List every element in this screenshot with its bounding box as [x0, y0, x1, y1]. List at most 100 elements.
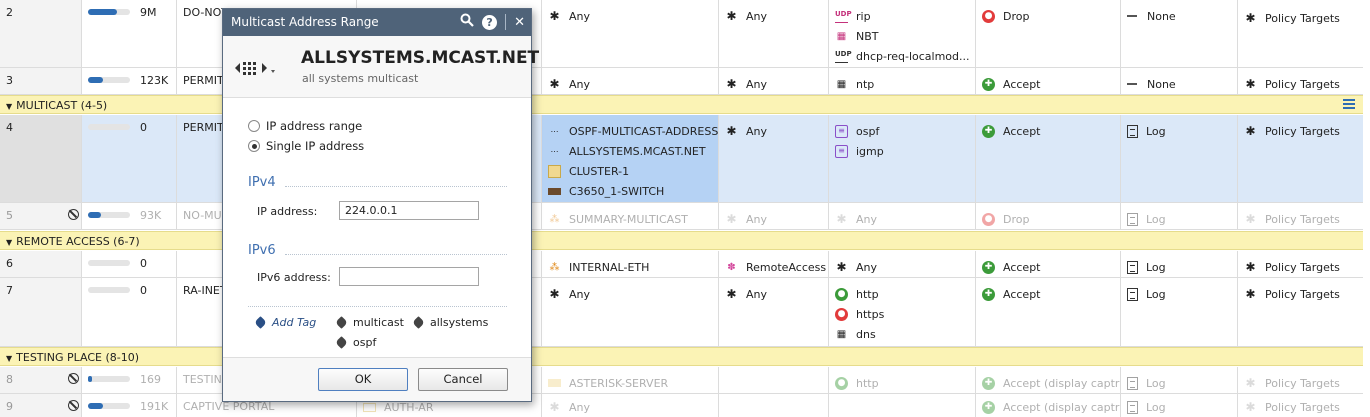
section-header-testing-place[interactable]: ▼ TESTING PLACE (8-10)	[0, 347, 1363, 366]
tag-multicast[interactable]: multicast	[335, 316, 404, 329]
hits-cell: 0	[82, 278, 177, 346]
accept-icon: ✚	[982, 400, 995, 414]
rule-row-2[interactable]: 2 9M DO-NOT ✱ Any ✱ Any UDP rip ▦ NBT UDP dhc…	[0, 0, 1363, 68]
services-cell[interactable]: ● http	[829, 367, 976, 393]
services-cell[interactable]: ≡ ospf ≡ igmp	[829, 115, 976, 202]
services-cell[interactable]: ● http ● https ▦ dns	[829, 278, 976, 346]
vpn-cell[interactable]: ✱ Any	[719, 115, 829, 202]
any-star-icon: ✱	[549, 8, 560, 23]
collapse-triangle-icon[interactable]: ▼	[6, 354, 12, 363]
destination-cell[interactable]: ✱ Any	[542, 0, 719, 67]
destination-cell[interactable]: ⁂ SUMMARY-MULTICAST	[542, 203, 719, 229]
rule-row-9[interactable]: 9 191K CAPTIVE PORTAL AUTH-AR ✱ Any ✚ Acce…	[0, 394, 1363, 417]
radio-button[interactable]	[248, 120, 260, 132]
add-tag-link[interactable]: Add Tag	[254, 316, 316, 329]
log-icon	[1127, 124, 1138, 138]
install-on-cell[interactable]: ✱ Policy Targets	[1238, 278, 1363, 346]
any-star-icon: ✱	[1245, 399, 1256, 414]
any-star-icon: ✱	[1245, 123, 1256, 138]
rule-row-7[interactable]: 7 0 RA-INET ✱ Any ✱ Any ● http ● https ▦ dns …	[0, 278, 1363, 347]
install-on-cell[interactable]: ✱ Policy Targets	[1238, 203, 1363, 229]
rule-row-6[interactable]: 6 0 ⁂ INTERNAL-ETH ✽ RemoteAccess ✱ Any ✚ Ac…	[0, 251, 1363, 278]
section-header-multicast[interactable]: ▼ MULTICAST (4-5)	[0, 95, 1363, 114]
ip-address-input[interactable]: 224.0.0.1	[339, 201, 479, 220]
object-header: ALLSYSTEMS.MCAST.NET all systems multica…	[223, 36, 539, 98]
vpn-cell[interactable]: ✱ Any	[719, 0, 829, 67]
network-group-icon: ⁂	[549, 261, 560, 273]
disabled-icon	[68, 400, 79, 411]
services-cell[interactable]: UDP rip ▦ NBT UDP dhcp-req-localmod...	[829, 0, 976, 67]
action-cell[interactable]: ✚ Accept	[976, 278, 1121, 346]
radio-ip-range[interactable]: IP address range	[248, 119, 362, 133]
tag-ospf[interactable]: ospf	[335, 336, 376, 349]
install-on-cell[interactable]: ✱ Policy Targets	[1238, 68, 1363, 94]
action-cell[interactable]: ✚ Accept	[976, 251, 1121, 277]
track-cell[interactable]: Log	[1121, 251, 1238, 277]
object-description[interactable]: all systems multicast	[302, 72, 418, 85]
install-on-cell[interactable]: ✱ Policy Targets	[1238, 115, 1363, 202]
vpn-cell[interactable]: ✱ Any	[719, 68, 829, 94]
ipv6-address-input[interactable]	[339, 267, 479, 286]
action-cell[interactable]: ● Drop	[976, 0, 1121, 67]
hits-cell: 0	[82, 115, 177, 202]
divider	[248, 306, 507, 307]
any-star-icon: ✱	[726, 211, 737, 226]
track-cell[interactable]: Log	[1121, 203, 1238, 229]
rule-row-8[interactable]: 8 169 TESTING ASTERISK-SERVER ● http ✚ Acc…	[0, 367, 1363, 394]
section-menu-icon[interactable]	[1343, 99, 1355, 111]
vpn-cell[interactable]	[719, 394, 829, 417]
object-name[interactable]: ALLSYSTEMS.MCAST.NET	[301, 48, 539, 68]
destination-cell[interactable]: ✱ Any	[542, 68, 719, 94]
section-header-remote-access[interactable]: ▼ REMOTE ACCESS (6-7)	[0, 231, 1363, 250]
help-icon[interactable]: ?	[482, 14, 498, 30]
accept-icon: ✚	[982, 77, 995, 91]
vpn-cell[interactable]: ✱ Any	[719, 278, 829, 346]
action-cell[interactable]: ● Drop	[976, 203, 1121, 229]
track-cell[interactable]: Log	[1121, 115, 1238, 202]
rule-number: 6	[0, 251, 82, 277]
action-cell[interactable]: ✚ Accept	[976, 115, 1121, 202]
network-group-icon: ⁂	[549, 213, 560, 225]
track-cell[interactable]: None	[1121, 68, 1238, 94]
tag-allsystems[interactable]: allsystems	[412, 316, 488, 329]
ok-button[interactable]: OK	[318, 368, 408, 391]
action-cell[interactable]: ✚ Accept	[976, 68, 1121, 94]
hits-cell: 123K	[82, 68, 177, 94]
action-cell[interactable]: ✚ Accept (display captr	[976, 394, 1121, 417]
vpn-cell[interactable]: ✱ Any	[719, 203, 829, 229]
radio-single-ip[interactable]: Single IP address	[248, 139, 364, 153]
collapse-triangle-icon[interactable]: ▼	[6, 238, 12, 247]
rule-row-4[interactable]: 4 0 PERMIT- ⋯ OSPF-MULTICAST-ADDRESS ⋯ ALL…	[0, 115, 1363, 203]
search-icon[interactable]	[460, 13, 474, 31]
install-on-cell[interactable]: ✱ Policy Targets	[1238, 0, 1363, 67]
dialog-titlebar[interactable]: Multicast Address Range ? ✕	[223, 9, 531, 36]
any-star-icon: ✱	[1245, 10, 1256, 25]
cancel-button[interactable]: Cancel	[418, 368, 508, 391]
destination-cell[interactable]: ✱ Any	[542, 394, 719, 417]
track-cell[interactable]: Log	[1121, 367, 1238, 393]
destination-cell[interactable]: ⋯ OSPF-MULTICAST-ADDRESS ⋯ ALLSYSTEMS.MCAS…	[542, 115, 719, 202]
track-cell[interactable]: None	[1121, 0, 1238, 67]
services-cell[interactable]: ▦ ntp	[829, 68, 976, 94]
rule-number: 8	[0, 367, 82, 393]
install-on-cell[interactable]: ✱ Policy Targets	[1238, 251, 1363, 277]
services-cell[interactable]	[829, 394, 976, 417]
destination-cell[interactable]: ✱ Any	[542, 278, 719, 346]
install-on-cell[interactable]: ✱ Policy Targets	[1238, 367, 1363, 393]
rule-row-3[interactable]: 3 123K PERMIT- ✱ Any ✱ Any ▦ ntp ✚ Accept No…	[0, 68, 1363, 95]
services-cell[interactable]: ✱ Any	[829, 203, 976, 229]
close-icon[interactable]: ✕	[514, 15, 525, 30]
vpn-cell[interactable]: ✽ RemoteAccess	[719, 251, 829, 277]
services-cell[interactable]: ✱ Any	[829, 251, 976, 277]
track-cell[interactable]: Log	[1121, 278, 1238, 346]
action-cell[interactable]: ✚ Accept (display captr	[976, 367, 1121, 393]
destination-cell[interactable]: ASTERISK-SERVER	[542, 367, 719, 393]
destination-cell[interactable]: ⁂ INTERNAL-ETH	[542, 251, 719, 277]
multicast-object-icon[interactable]	[235, 58, 275, 76]
install-on-cell[interactable]: ✱ Policy Targets	[1238, 394, 1363, 417]
collapse-triangle-icon[interactable]: ▼	[6, 102, 12, 111]
vpn-cell[interactable]	[719, 367, 829, 393]
rule-row-5[interactable]: 5 93K NO-MU ⁂ SUMMARY-MULTICAST ✱ Any ✱ Any…	[0, 203, 1363, 230]
track-cell[interactable]: Log	[1121, 394, 1238, 417]
radio-button-selected[interactable]	[248, 140, 260, 152]
